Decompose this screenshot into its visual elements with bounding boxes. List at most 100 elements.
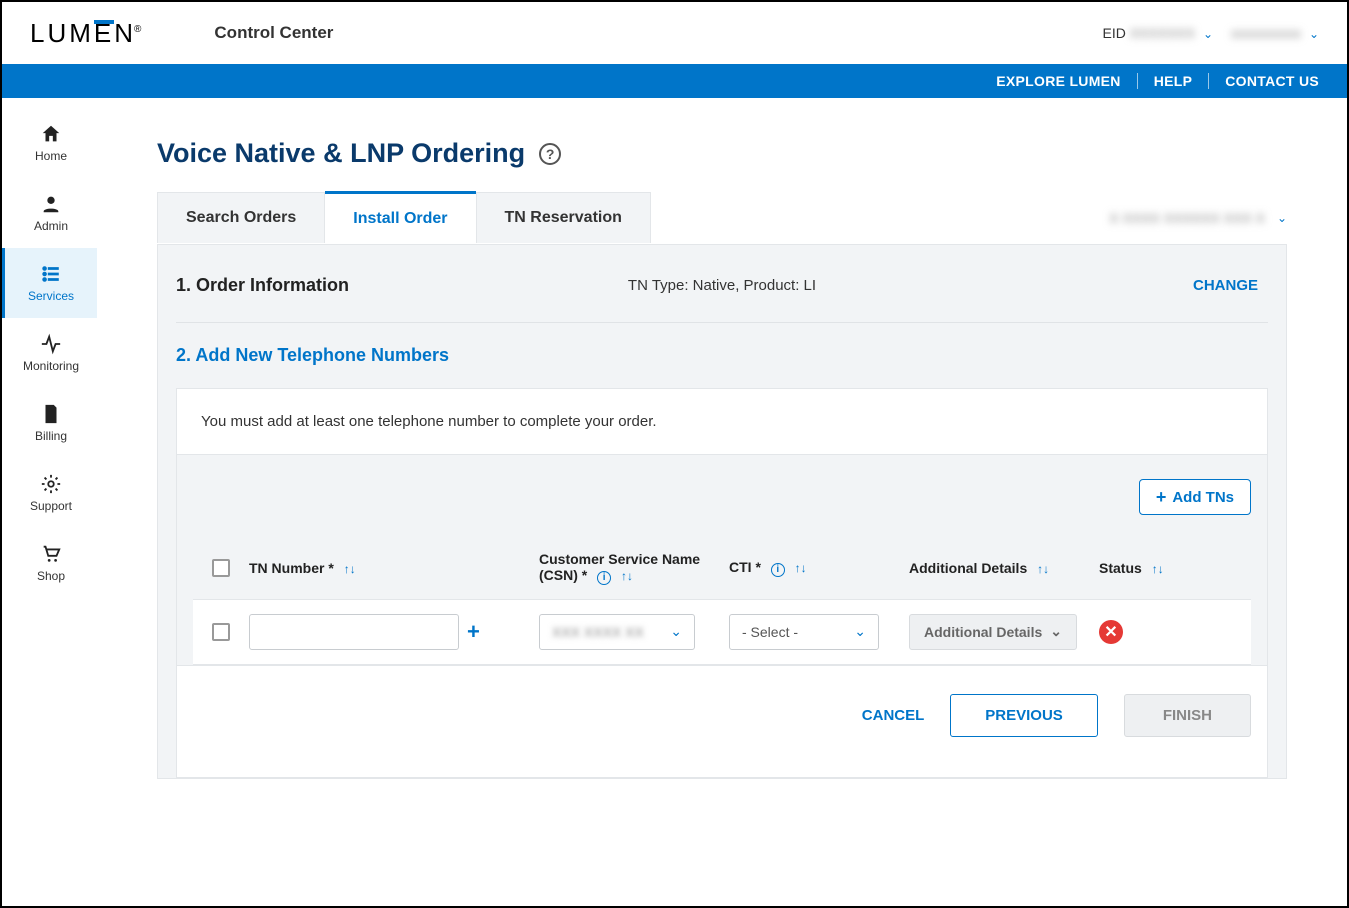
logo-text-part1: LUM [30,18,94,48]
sort-icon: ↑↓ [795,561,807,575]
home-icon [40,123,62,145]
eid-label: EID [1102,25,1125,41]
sort-icon: ↑↓ [1037,562,1049,576]
add-tns-label: Add TNs [1172,489,1234,506]
row-checkbox[interactable] [212,623,230,641]
previous-button[interactable]: PREVIOUS [950,694,1098,737]
explore-lumen-link[interactable]: EXPLORE LUMEN [980,73,1137,89]
location-value: X XXXX XXXXXX XXX X [1109,210,1265,226]
header-right: EID XXXXXXX ⌄ xxxxxxxxxx ⌄ [1102,25,1319,41]
col-header-cti-label: CTI * [729,559,761,575]
csn-select-value: XXX XXXX XX [552,624,644,640]
actions-row: CANCEL PREVIOUS FINISH [177,665,1267,777]
step2-title: 2. Add New Telephone Numbers [158,345,1286,388]
sidebar-item-support[interactable]: Support [2,458,97,528]
sidebar-item-label: Admin [34,219,68,233]
col-header-additional-label: Additional Details [909,560,1027,576]
sidebar: Home Admin Services Monitoring Billing S… [2,98,97,906]
status-error-icon: ✕ [1099,620,1123,644]
chevron-down-icon: ⌄ [1050,623,1062,640]
user-icon [40,193,62,215]
chevron-down-icon: ⌄ [1203,27,1213,41]
add-tns-button[interactable]: + Add TNs [1139,479,1251,515]
col-header-tn[interactable]: TN Number * ↑↓ [249,560,539,576]
activity-icon [40,333,62,355]
finish-button: FINISH [1124,694,1251,737]
sidebar-item-services[interactable]: Services [2,248,97,318]
control-center-label: Control Center [214,23,333,43]
add-tn-plus-button[interactable]: + [467,619,480,645]
select-all-checkbox[interactable] [212,559,230,577]
location-dropdown[interactable]: X XXXX XXXXXX XXX X ⌄ [1109,210,1287,226]
sidebar-item-label: Billing [35,429,67,443]
contact-us-link[interactable]: CONTACT US [1209,73,1319,89]
sidebar-item-label: Services [28,289,74,303]
info-message: You must add at least one telephone numb… [177,389,1267,455]
blue-nav-bar: EXPLORE LUMEN HELP CONTACT US [2,64,1347,98]
logo-e-accent: E [94,18,114,49]
logo-registered: ® [134,24,144,35]
tn-number-input[interactable] [249,614,459,650]
user-value: xxxxxxxxxx [1231,25,1301,41]
page-title: Voice Native & LNP Ordering [157,138,525,169]
invoice-icon [40,403,62,425]
chevron-down-icon: ⌄ [854,623,866,640]
tab-tn-reservation[interactable]: TN Reservation [476,192,651,243]
step1-row: 1. Order Information TN Type: Native, Pr… [158,275,1286,322]
help-icon[interactable]: ? [539,143,561,165]
logo-text-part2: N [114,18,136,48]
sort-icon: ↑↓ [621,569,633,583]
col-header-status[interactable]: Status ↑↓ [1099,560,1199,576]
content-panel: 1. Order Information TN Type: Native, Pr… [157,244,1287,779]
table-header: TN Number * ↑↓ Customer Service Name (CS… [193,539,1251,599]
main-content: Voice Native & LNP Ordering ? Search Ord… [97,98,1347,906]
info-icon[interactable]: i [771,563,785,577]
csn-select[interactable]: XXX XXXX XX ⌄ [539,614,695,650]
col-header-status-label: Status [1099,560,1142,576]
change-button[interactable]: CHANGE [1193,277,1258,294]
user-dropdown[interactable]: xxxxxxxxxx ⌄ [1231,25,1319,41]
sidebar-item-monitoring[interactable]: Monitoring [2,318,97,388]
help-link[interactable]: HELP [1138,73,1210,89]
col-header-csn[interactable]: Customer Service Name (CSN) * i ↑↓ [539,551,729,585]
cart-icon [40,543,62,565]
tab-install-order[interactable]: Install Order [325,191,475,244]
sort-icon: ↑↓ [344,562,356,576]
additional-details-button[interactable]: Additional Details ⌄ [909,614,1077,650]
cancel-button[interactable]: CANCEL [862,707,925,724]
sidebar-item-label: Support [30,499,72,513]
gear-icon [40,473,62,495]
top-header: LUMEN® Control Center EID XXXXXXX ⌄ xxxx… [2,2,1347,64]
step1-summary: TN Type: Native, Product: LI [628,277,816,294]
chevron-down-icon: ⌄ [1277,211,1287,225]
table-row: + XXX XXXX XX ⌄ - Select - ⌄ [193,599,1251,665]
tab-search-orders[interactable]: Search Orders [157,192,325,243]
sort-icon: ↑↓ [1152,562,1164,576]
sidebar-item-billing[interactable]: Billing [2,388,97,458]
divider [176,322,1268,323]
telephone-numbers-box: You must add at least one telephone numb… [176,388,1268,778]
step1-title: 1. Order Information [176,275,349,296]
eid-dropdown[interactable]: EID XXXXXXX ⌄ [1102,25,1213,41]
eid-value: XXXXXXX [1130,25,1195,41]
cti-select-value: - Select - [742,624,798,640]
list-icon [40,263,62,285]
col-header-csn-label: Customer Service Name (CSN) * [539,551,700,583]
col-header-tn-label: TN Number * [249,560,334,576]
sidebar-item-label: Monitoring [23,359,79,373]
logo: LUMEN® [30,18,144,49]
col-header-cti[interactable]: CTI * i ↑↓ [729,559,909,577]
additional-details-label: Additional Details [924,624,1042,640]
chevron-down-icon: ⌄ [670,623,682,640]
col-header-additional[interactable]: Additional Details ↑↓ [909,560,1099,576]
sidebar-item-label: Home [35,149,67,163]
sidebar-item-shop[interactable]: Shop [2,528,97,598]
info-icon[interactable]: i [597,571,611,585]
sidebar-item-admin[interactable]: Admin [2,178,97,248]
cti-select[interactable]: - Select - ⌄ [729,614,879,650]
sidebar-item-home[interactable]: Home [2,108,97,178]
chevron-down-icon: ⌄ [1309,27,1319,41]
sidebar-item-label: Shop [37,569,65,583]
plus-icon: + [1156,488,1167,506]
table-area: + Add TNs TN Number * ↑↓ Customer Servic… [177,455,1267,665]
